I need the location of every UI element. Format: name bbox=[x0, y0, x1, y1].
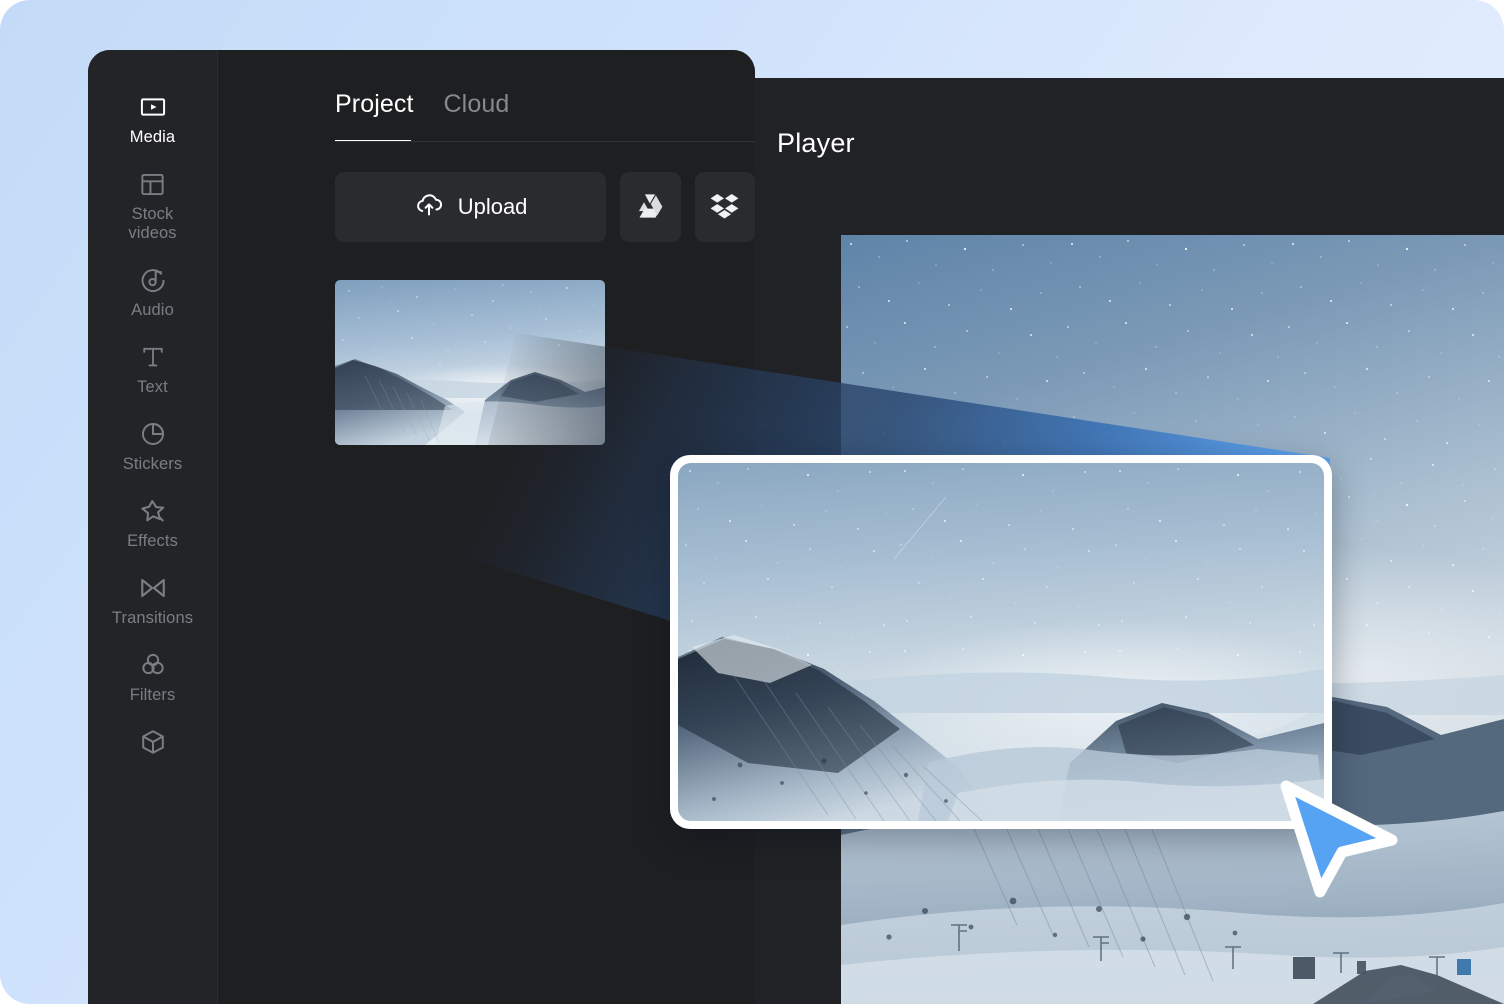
text-t-icon bbox=[138, 342, 168, 372]
layout-grid-icon bbox=[138, 169, 168, 199]
upload-row: Upload bbox=[218, 142, 755, 242]
sidebar-item-transitions[interactable]: Transitions bbox=[88, 559, 217, 636]
sidebar-item-filters[interactable]: Filters bbox=[88, 636, 217, 713]
cloud-upload-icon bbox=[414, 189, 444, 225]
drag-preview-card[interactable] bbox=[670, 455, 1332, 829]
sidebar-item-audio[interactable]: Audio bbox=[88, 251, 217, 328]
dropbox-button[interactable] bbox=[694, 172, 755, 242]
sidebar-item-stock-videos[interactable]: Stock videos bbox=[88, 155, 217, 251]
drag-preview-image bbox=[678, 463, 1324, 821]
sidebar-item-label: Text bbox=[137, 378, 168, 396]
sidebar-item-label: Media bbox=[129, 128, 176, 146]
media-thumbnail-clip-1[interactable] bbox=[335, 280, 605, 445]
sidebar-item-stickers[interactable]: Stickers bbox=[88, 405, 217, 482]
upload-button-label: Upload bbox=[457, 194, 528, 219]
screenshot-root: Media Stock videos Audio Text Stickers E… bbox=[0, 0, 1504, 1004]
media-thumbnail-grid bbox=[218, 242, 755, 445]
media-tabs: Project Cloud bbox=[218, 50, 755, 142]
sidebar-item-text[interactable]: Text bbox=[88, 328, 217, 405]
sidebar-item-label: Effects bbox=[127, 532, 178, 550]
google-drive-icon bbox=[634, 190, 666, 225]
tab-cloud[interactable]: Cloud bbox=[444, 90, 510, 142]
media-window: Media Stock videos Audio Text Stickers E… bbox=[88, 50, 755, 1004]
upload-button[interactable]: Upload bbox=[335, 172, 607, 242]
sidebar-item-label: Stickers bbox=[122, 455, 183, 473]
sidebar: Media Stock videos Audio Text Stickers E… bbox=[88, 50, 218, 1004]
effects-star-icon bbox=[138, 496, 168, 526]
tab-project[interactable]: Project bbox=[335, 90, 414, 142]
player-title: Player bbox=[777, 128, 855, 158]
sidebar-item-label: Filters bbox=[129, 686, 176, 704]
sidebar-item-effects[interactable]: Effects bbox=[88, 482, 217, 559]
sticker-circle-icon bbox=[138, 419, 168, 449]
sidebar-item-media[interactable]: Media bbox=[88, 78, 217, 155]
audio-note-icon bbox=[138, 265, 168, 295]
sidebar-item-more[interactable] bbox=[88, 713, 217, 765]
tabs-divider bbox=[335, 141, 755, 142]
media-play-icon bbox=[138, 92, 168, 122]
sidebar-item-label: Stock videos bbox=[128, 205, 177, 242]
sidebar-item-label: Transitions bbox=[111, 609, 194, 627]
cube-icon bbox=[138, 727, 168, 757]
sidebar-item-label: Audio bbox=[131, 301, 174, 319]
dropbox-icon bbox=[709, 190, 740, 224]
filters-circles-icon bbox=[138, 650, 168, 680]
google-drive-button[interactable] bbox=[620, 172, 681, 242]
transitions-bowtie-icon bbox=[138, 573, 168, 603]
